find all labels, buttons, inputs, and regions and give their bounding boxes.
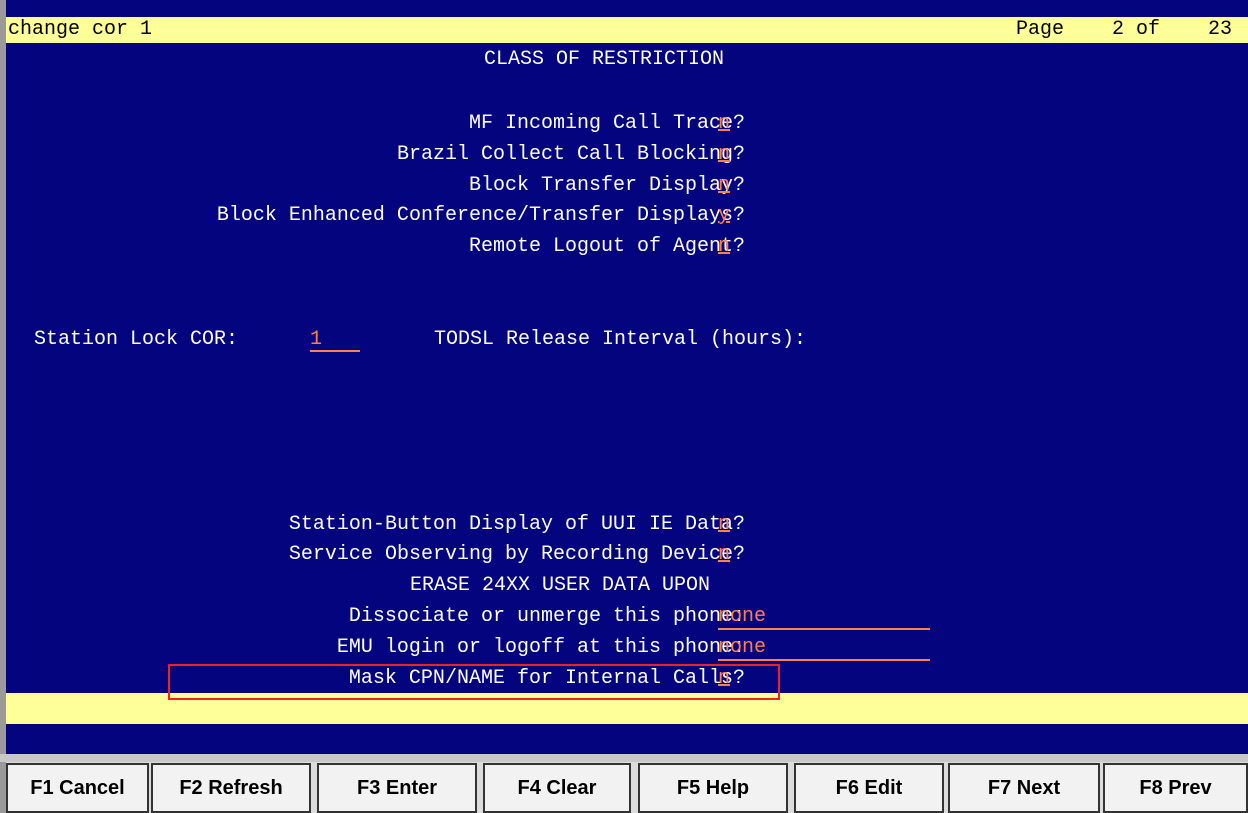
row-block-transfer-display: Block Transfer Display? bbox=[6, 173, 745, 199]
service-observing-recording-field[interactable]: n bbox=[718, 542, 730, 568]
f7-next-button[interactable]: F7 Next bbox=[948, 763, 1100, 813]
row-remote-logout-of-agent: Remote Logout of Agent? bbox=[6, 234, 745, 260]
erase-heading: ERASE 24XX USER DATA UPON bbox=[410, 574, 711, 597]
row-mf-incoming-call-trace: MF Incoming Call Trace? bbox=[6, 111, 745, 137]
function-key-bar: F1 Cancel F2 Refresh F3 Enter F4 Clear F… bbox=[6, 762, 1248, 813]
title-bar: change cor 1 Page 2 of 23 bbox=[6, 17, 1248, 43]
f4-clear-button[interactable]: F4 Clear bbox=[483, 763, 631, 813]
page-label: Page bbox=[1016, 18, 1065, 41]
f2-refresh-button[interactable]: F2 Refresh bbox=[151, 763, 311, 813]
f3-enter-button[interactable]: F3 Enter bbox=[317, 763, 477, 813]
block-enhanced-conference-field[interactable]: y bbox=[718, 203, 730, 229]
row-brazil-collect-call-blocking: Brazil Collect Call Blocking? bbox=[6, 142, 745, 168]
block-enhanced-conference-label: Block Enhanced Conference/Transfer Displ… bbox=[216, 204, 745, 227]
page-total: 23 bbox=[1208, 18, 1233, 41]
remote-logout-of-agent-field[interactable]: n bbox=[718, 234, 730, 260]
f8-prev-button[interactable]: F8 Prev bbox=[1103, 763, 1248, 813]
terminal-screen: change cor 1 Page 2 of 23 CLASS OF RESTR… bbox=[6, 0, 1248, 754]
dissociate-unmerge-label: Dissociate or unmerge this phone: bbox=[348, 605, 745, 628]
command-text: change cor 1 bbox=[8, 18, 153, 41]
form-heading: CLASS OF RESTRICTION bbox=[484, 48, 725, 71]
block-transfer-display-label: Block Transfer Display? bbox=[468, 174, 745, 197]
station-lock-cor-underline bbox=[310, 350, 360, 352]
mf-incoming-call-trace-field[interactable]: n bbox=[718, 111, 730, 137]
dissociate-unmerge-field[interactable]: none bbox=[718, 604, 766, 630]
f6-edit-button[interactable]: F6 Edit bbox=[794, 763, 944, 813]
brazil-collect-call-blocking-label: Brazil Collect Call Blocking? bbox=[396, 143, 745, 166]
mf-incoming-call-trace-label: MF Incoming Call Trace? bbox=[468, 112, 745, 135]
block-transfer-display-field[interactable]: n bbox=[718, 173, 730, 199]
row-emu-login-logoff: EMU login or logoff at this phone: bbox=[6, 635, 745, 661]
station-button-display-uui-field[interactable]: n bbox=[718, 512, 730, 538]
row-block-enhanced-conference: Block Enhanced Conference/Transfer Displ… bbox=[6, 203, 745, 229]
brazil-collect-call-blocking-field[interactable]: n bbox=[718, 142, 730, 168]
f1-cancel-button[interactable]: F1 Cancel bbox=[6, 763, 149, 813]
emu-login-logoff-field[interactable]: none bbox=[718, 635, 766, 661]
remote-logout-of-agent-label: Remote Logout of Agent? bbox=[468, 235, 745, 258]
emu-login-logoff-label: EMU login or logoff at this phone: bbox=[336, 636, 745, 659]
f5-help-button[interactable]: F5 Help bbox=[638, 763, 788, 813]
dissociate-unmerge-underline bbox=[718, 628, 930, 630]
station-button-display-uui-label: Station-Button Display of UUI IE Data? bbox=[288, 513, 745, 536]
page-current: 2 bbox=[1112, 18, 1125, 41]
row-service-observing-recording: Service Observing by Recording Device? bbox=[6, 542, 745, 568]
emu-login-logoff-underline bbox=[718, 659, 930, 661]
row-station-button-display-uui: Station-Button Display of UUI IE Data? bbox=[6, 512, 745, 538]
todsl-release-interval-label: TODSL Release Interval (hours): bbox=[434, 328, 807, 351]
page-of: of bbox=[1136, 18, 1161, 41]
screen-bottom-border bbox=[0, 754, 1248, 762]
service-observing-recording-label: Service Observing by Recording Device? bbox=[288, 543, 745, 566]
row-dissociate-unmerge: Dissociate or unmerge this phone: bbox=[6, 604, 745, 630]
highlight-box bbox=[168, 664, 780, 700]
station-lock-cor-label: Station Lock COR: bbox=[34, 328, 239, 351]
